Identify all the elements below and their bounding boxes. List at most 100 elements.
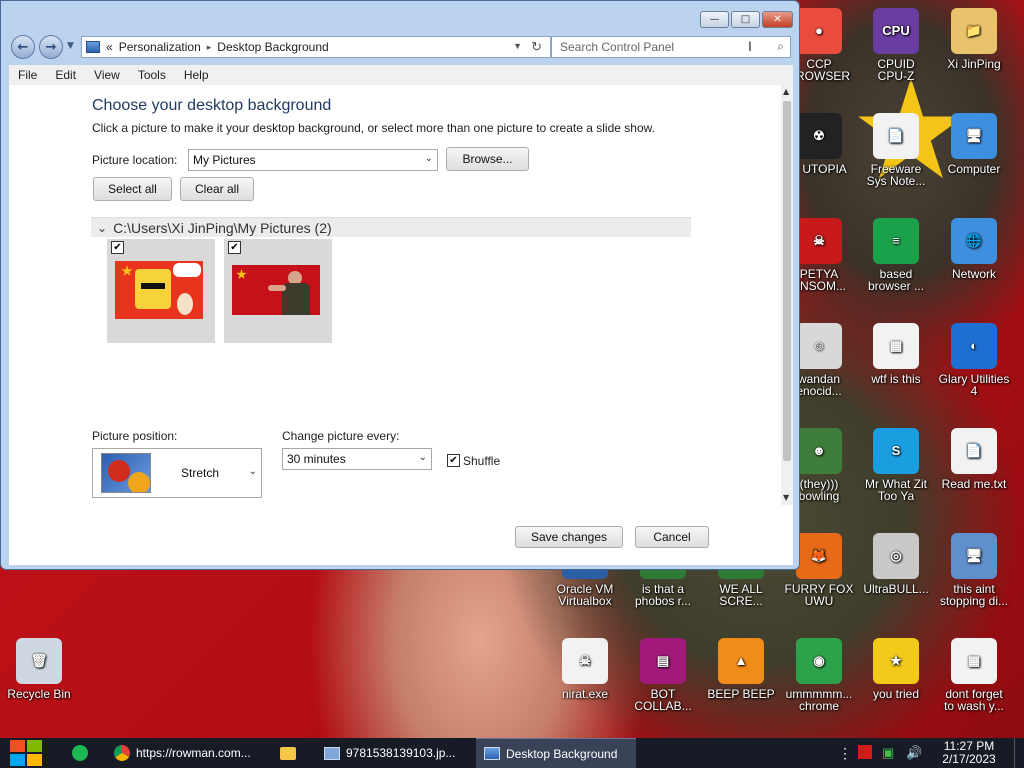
desktop-icon[interactable]: ≡ based browser ... (857, 218, 935, 292)
forward-button[interactable]: → (39, 35, 63, 59)
control-panel-icon (484, 747, 500, 760)
browse-button[interactable]: Browse... (446, 147, 529, 171)
desktop-icon-label: BOT COLLAB... (634, 687, 692, 713)
picture-location-value: My Pictures (193, 153, 256, 167)
desktop-icon[interactable]: 📄 Freeware Sys Note... (857, 113, 935, 187)
desktop-icon[interactable]: ▲ BEEP BEEP (702, 638, 780, 700)
address-bar[interactable]: « Personalization ▸ Desktop Background ▼… (81, 36, 551, 58)
wallpaper-thumbnail-1[interactable]: ✔ (107, 239, 215, 343)
taskbar: https://rowman.com... 9781538139103.jp..… (0, 738, 1024, 768)
folder-group-header[interactable]: ⌄ C:\Users\Xi JinPing\My Pictures (2) (91, 217, 691, 237)
change-picture-select[interactable]: 30 minutes ⌄ (282, 448, 432, 470)
desktop-icon[interactable]: ★ you tried (857, 638, 935, 700)
address-dropdown-icon[interactable]: ▼ (513, 41, 522, 51)
clock-date: 2/17/2023 (942, 752, 996, 766)
desktop-icon[interactable]: 🖥 Computer (935, 113, 1013, 175)
wallpaper-image-1 (115, 261, 203, 319)
desktop-icon-image: ▦ (951, 638, 997, 684)
desktop-icon-label: nirat.exe (561, 687, 609, 701)
desktop-icon[interactable]: 🖥 this aint stopping di... (935, 533, 1013, 607)
desktop-icon[interactable]: ☠ nirat.exe (546, 638, 624, 700)
taskbar-item-explorer[interactable] (272, 738, 308, 768)
desktop-icon[interactable]: 🌐 Network (935, 218, 1013, 280)
chevron-down-icon: ⌄ (424, 153, 433, 164)
thumbnail-1-checkbox[interactable]: ✔ (111, 241, 124, 254)
picture-position-select[interactable]: Stretch ⌄ (92, 448, 262, 498)
shuffle-checkbox[interactable]: ✔ (447, 454, 460, 467)
volume-icon[interactable]: 🔊 (906, 745, 922, 761)
desktop-icon[interactable]: ▦ dont forget to wash y... (935, 638, 1013, 712)
refresh-icon[interactable]: ↻ (531, 39, 542, 55)
taskbar-item-browser[interactable]: https://rowman.com... (106, 738, 264, 768)
desktop-icon-label: Computer (947, 162, 1001, 176)
start-button[interactable] (10, 740, 42, 766)
recent-pages-dropdown-icon[interactable]: ▼ (67, 41, 74, 51)
taskbar-item-desktop-background[interactable]: Desktop Background (476, 738, 636, 768)
desktop-icon-image: ☠ (796, 218, 842, 264)
desktop-icon[interactable]: 📁 Xi JinPing (935, 8, 1013, 70)
breadcrumb-separator: ▸ (206, 41, 212, 52)
desktop-icon-label: based browser ... (867, 267, 924, 293)
taskbar-item-image-viewer-label: 9781538139103.jp... (346, 746, 456, 760)
thumbnail-2-checkbox[interactable]: ✔ (228, 241, 241, 254)
breadcrumb-personalization[interactable]: Personalization (119, 40, 201, 54)
desktop-icon[interactable]: S Mr What Zit Too Ya (857, 428, 935, 502)
navigation-bar: ← → ▼ « Personalization ▸ Desktop Backgr… (9, 34, 793, 60)
desktop-icon[interactable]: ▦ wtf is this (857, 323, 935, 385)
spotify-icon[interactable] (72, 745, 88, 761)
wallpaper-image-2 (232, 265, 320, 315)
desktop-icon[interactable]: 🗑 Recycle Bin (0, 638, 78, 700)
wallpaper-thumbnail-2[interactable]: ✔ (224, 239, 332, 343)
desktop-icon-label: wtf is this (871, 372, 921, 386)
scroll-down-icon[interactable]: ▼ (783, 493, 789, 502)
desktop-icon-image: ▲ (718, 638, 764, 684)
breadcrumb-desktop-background[interactable]: Desktop Background (217, 40, 328, 54)
close-button[interactable]: ✕ (762, 11, 793, 28)
desktop-icon-label: Read me.txt (941, 477, 1007, 491)
desktop-icon[interactable]: ◐ Glary Utilities 4 (935, 323, 1013, 397)
select-all-button[interactable]: Select all (93, 177, 172, 201)
show-desktop-button[interactable] (1014, 738, 1024, 768)
desktop-icon-label: is that a phobos r... (634, 582, 692, 608)
scroll-up-icon[interactable]: ▲ (783, 87, 789, 96)
menu-file[interactable]: File (9, 68, 46, 82)
scrollbar-thumb[interactable] (783, 101, 791, 461)
desktop-icon[interactable]: ◉ ummmmm... chrome (780, 638, 858, 712)
clock[interactable]: 11:27 PM 2/17/2023 (938, 740, 1000, 766)
vertical-scrollbar[interactable]: ▲ ▼ (781, 85, 793, 505)
position-preview-icon (101, 453, 151, 493)
save-changes-button[interactable]: Save changes (515, 526, 623, 548)
flag-icon[interactable] (858, 745, 872, 759)
search-icon[interactable]: ⌕ (777, 39, 784, 54)
clear-all-button[interactable]: Clear all (180, 177, 254, 201)
page-title: Choose your desktop background (92, 97, 332, 114)
desktop-icon[interactable]: CPU CPUID CPU-Z (857, 8, 935, 82)
desktop-icon[interactable]: ◎ UltraBULL... (857, 533, 935, 595)
desktop-icon-image: ☻ (796, 428, 842, 474)
desktop-icon-image: CPU (873, 8, 919, 54)
image-viewer-icon (324, 746, 340, 760)
desktop-icon-image: 🦊 (796, 533, 842, 579)
menu-edit[interactable]: Edit (46, 68, 85, 82)
taskbar-item-desktop-background-label: Desktop Background (506, 746, 618, 761)
menu-view[interactable]: View (85, 68, 129, 82)
menu-help[interactable]: Help (175, 68, 218, 82)
network-icon[interactable]: ▣ (882, 745, 894, 761)
picture-location-label: Picture location: (92, 153, 178, 167)
address-prefix: « (106, 40, 113, 54)
folder-icon (280, 746, 296, 760)
collapse-chevron-icon[interactable]: ⌄ (97, 221, 107, 235)
overflow-icon[interactable]: ⋮ (838, 745, 852, 762)
chevron-down-icon: ⌄ (418, 452, 427, 463)
desktop-icon[interactable]: 📄 Read me.txt (935, 428, 1013, 490)
maximize-button[interactable]: □ (731, 11, 760, 28)
minimize-button[interactable]: — (700, 11, 729, 28)
search-field[interactable]: Search Control Panel I ⌕ (551, 36, 791, 58)
picture-location-select[interactable]: My Pictures ⌄ (188, 149, 438, 171)
back-button[interactable]: ← (11, 35, 35, 59)
desktop-icon-label: dont forget to wash y... (944, 687, 1004, 713)
cancel-button[interactable]: Cancel (635, 526, 709, 548)
desktop-icon[interactable]: ▤ BOT COLLAB... (624, 638, 702, 712)
taskbar-item-image-viewer[interactable]: 9781538139103.jp... (316, 738, 470, 768)
menu-tools[interactable]: Tools (129, 68, 175, 82)
